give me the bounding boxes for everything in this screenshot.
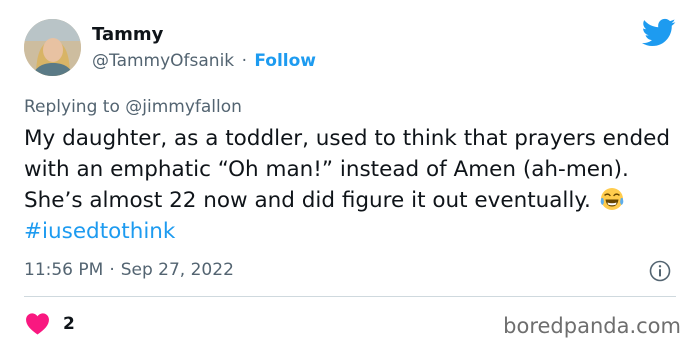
- meta-separator: ·: [109, 260, 115, 280]
- author-handle[interactable]: @TammyOfsanik: [92, 51, 234, 71]
- reply-mention-link[interactable]: @jimmyfallon: [125, 97, 242, 117]
- info-icon[interactable]: [648, 259, 672, 283]
- watermark: boredpanda.com: [503, 314, 681, 338]
- tweet-text: My daughter, as a toddler, used to think…: [24, 123, 674, 247]
- handle-separator: ·: [241, 51, 247, 71]
- tweet-time: 11:56 PM: [24, 260, 104, 280]
- heart-icon[interactable]: [25, 312, 50, 335]
- author-handle-row: @TammyOfsanik · Follow: [92, 51, 316, 71]
- avatar[interactable]: [24, 19, 81, 76]
- follow-button[interactable]: Follow: [254, 51, 316, 71]
- tweet-date: Sep 27, 2022: [120, 260, 234, 280]
- author-name[interactable]: Tammy: [92, 25, 163, 45]
- divider: [24, 296, 676, 297]
- twitter-bird-icon[interactable]: [642, 18, 676, 48]
- replying-prefix: Replying to: [24, 97, 120, 117]
- replying-to: Replying to @jimmyfallon: [24, 97, 242, 117]
- tweet-card: Tammy @TammyOfsanik · Follow Replying to…: [0, 0, 700, 349]
- face-with-tears-of-joy-icon: [600, 188, 624, 210]
- like-button[interactable]: 2: [25, 312, 75, 335]
- hashtag-link[interactable]: #iusedtothink: [24, 219, 175, 244]
- tweet-body: My daughter, as a toddler, used to think…: [24, 126, 671, 213]
- tweet-timestamp[interactable]: 11:56 PM · Sep 27, 2022: [24, 260, 234, 280]
- like-count: 2: [63, 313, 75, 334]
